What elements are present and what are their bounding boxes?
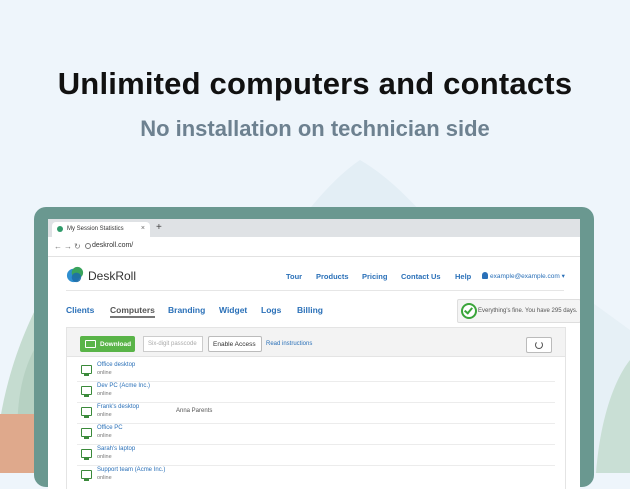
- close-tab-icon[interactable]: ×: [141, 225, 145, 232]
- computer-row[interactable]: Support team (Acme Inc.) online: [67, 465, 565, 485]
- new-tab-button[interactable]: +: [156, 222, 162, 233]
- browser-window: My Session Statistics × + ← → ↻ deskroll…: [48, 219, 580, 489]
- computer-icon: [81, 386, 92, 397]
- computer-name[interactable]: Office PC: [97, 425, 123, 431]
- check-circle-icon: [461, 303, 477, 319]
- computer-icon: [81, 470, 92, 481]
- headline: Unlimited computers and contacts: [57, 66, 573, 101]
- computer-status: online: [97, 370, 112, 376]
- tab-widget[interactable]: Widget: [219, 305, 247, 315]
- deskroll-logo-icon: [66, 266, 84, 283]
- computer-user: Anna Parents: [176, 408, 213, 414]
- back-arrow-icon[interactable]: ←: [54, 242, 62, 251]
- tab-clients[interactable]: Clients: [66, 305, 94, 315]
- tab-billing[interactable]: Billing: [297, 305, 323, 315]
- refresh-icon: [535, 341, 543, 349]
- monitor-icon: [85, 340, 96, 348]
- browser-tabbar: My Session Statistics × +: [48, 219, 580, 237]
- brand-name: DeskRoll: [88, 269, 137, 283]
- computer-status: online: [97, 454, 112, 460]
- computer-status: online: [97, 412, 112, 418]
- lock-icon: [85, 243, 91, 249]
- computer-row[interactable]: Office desktop online: [67, 360, 565, 380]
- user-menu[interactable]: example@example.com ▾: [482, 272, 565, 280]
- url-field[interactable]: deskroll.com/: [92, 242, 133, 249]
- browser-tab[interactable]: My Session Statistics ×: [52, 222, 150, 237]
- computer-name[interactable]: Frank's desktop: [97, 404, 139, 410]
- account-status-box: Everything's fine. You have 295 days.: [457, 299, 580, 323]
- header-divider: [66, 290, 564, 291]
- computer-icon: [81, 407, 92, 418]
- read-instructions-link[interactable]: Read instructions: [266, 341, 312, 347]
- favicon-icon: [57, 226, 63, 232]
- computer-status: online: [97, 475, 112, 481]
- computer-name[interactable]: Office desktop: [97, 362, 135, 368]
- computer-row[interactable]: Frank's desktop online Anna Parents: [67, 402, 565, 422]
- app-header: DeskRoll Tour Products Pricing Contact U…: [48, 257, 580, 291]
- computer-name[interactable]: Sarah's laptop: [97, 446, 135, 452]
- computer-icon: [81, 428, 92, 439]
- reload-icon[interactable]: ↻: [74, 242, 81, 251]
- forward-arrow-icon[interactable]: →: [64, 242, 72, 251]
- download-label: Download: [100, 341, 132, 348]
- nav-contact-us[interactable]: Contact Us: [401, 272, 441, 281]
- nav-tour[interactable]: Tour: [286, 272, 302, 281]
- nav-help[interactable]: Help: [455, 272, 471, 281]
- passcode-placeholder: Six-digit passcode: [148, 341, 197, 347]
- computer-status: online: [97, 433, 112, 439]
- computer-row[interactable]: Sarah's laptop online: [67, 444, 565, 464]
- tab-computers[interactable]: Computers: [110, 305, 155, 318]
- enable-access-button[interactable]: Enable Access: [208, 336, 262, 352]
- computer-name[interactable]: Dev PC (Acme Inc.): [97, 383, 150, 389]
- computers-toolbar: Download Six-digit passcode Enable Acces…: [67, 328, 565, 357]
- computer-icon: [81, 365, 92, 376]
- passcode-input[interactable]: Six-digit passcode: [143, 336, 203, 352]
- nav-pricing[interactable]: Pricing: [362, 272, 387, 281]
- tab-branding[interactable]: Branding: [168, 305, 205, 315]
- user-email: example@example.com ▾: [490, 273, 565, 280]
- computer-row[interactable]: Dev PC (Acme Inc.) online: [67, 381, 565, 401]
- subheadline: No installation on technician side: [140, 116, 490, 141]
- computers-panel: Download Six-digit passcode Enable Acces…: [66, 327, 566, 489]
- address-bar: ← → ↻ deskroll.com/: [48, 237, 580, 257]
- laptop-frame: My Session Statistics × + ← → ↻ deskroll…: [34, 207, 594, 489]
- computer-icon: [81, 449, 92, 460]
- tab-logs[interactable]: Logs: [261, 305, 281, 315]
- computer-row[interactable]: Office PC online: [67, 423, 565, 443]
- enable-access-label: Enable Access: [213, 340, 256, 348]
- tab-title: My Session Statistics: [67, 226, 124, 232]
- status-text: Everything's fine. You have 295 days.: [478, 308, 578, 314]
- user-icon: [482, 272, 488, 279]
- download-button[interactable]: Download: [80, 336, 135, 352]
- computer-name[interactable]: Support team (Acme Inc.): [97, 467, 165, 473]
- refresh-button[interactable]: [526, 337, 552, 353]
- computer-status: online: [97, 391, 112, 397]
- nav-products[interactable]: Products: [316, 272, 349, 281]
